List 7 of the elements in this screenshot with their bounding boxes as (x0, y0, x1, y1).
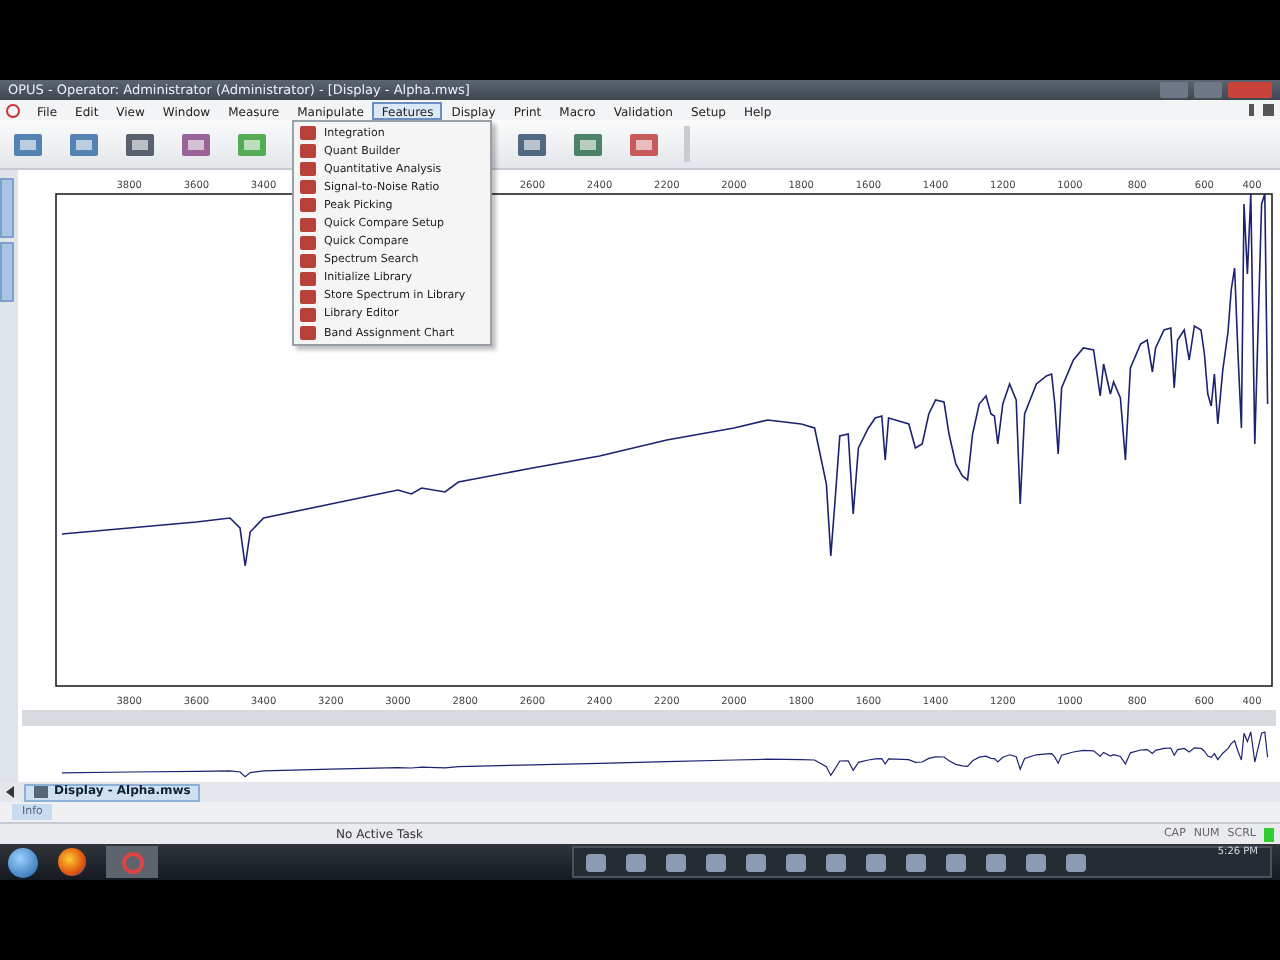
app-logo-icon (121, 851, 143, 873)
status-led-icon (1264, 827, 1274, 841)
browser-icon[interactable] (58, 848, 86, 876)
app-logo-icon (6, 103, 20, 117)
document-icon (34, 786, 48, 798)
start-button[interactable] (8, 847, 38, 877)
scroll-left-icon[interactable] (6, 786, 16, 798)
